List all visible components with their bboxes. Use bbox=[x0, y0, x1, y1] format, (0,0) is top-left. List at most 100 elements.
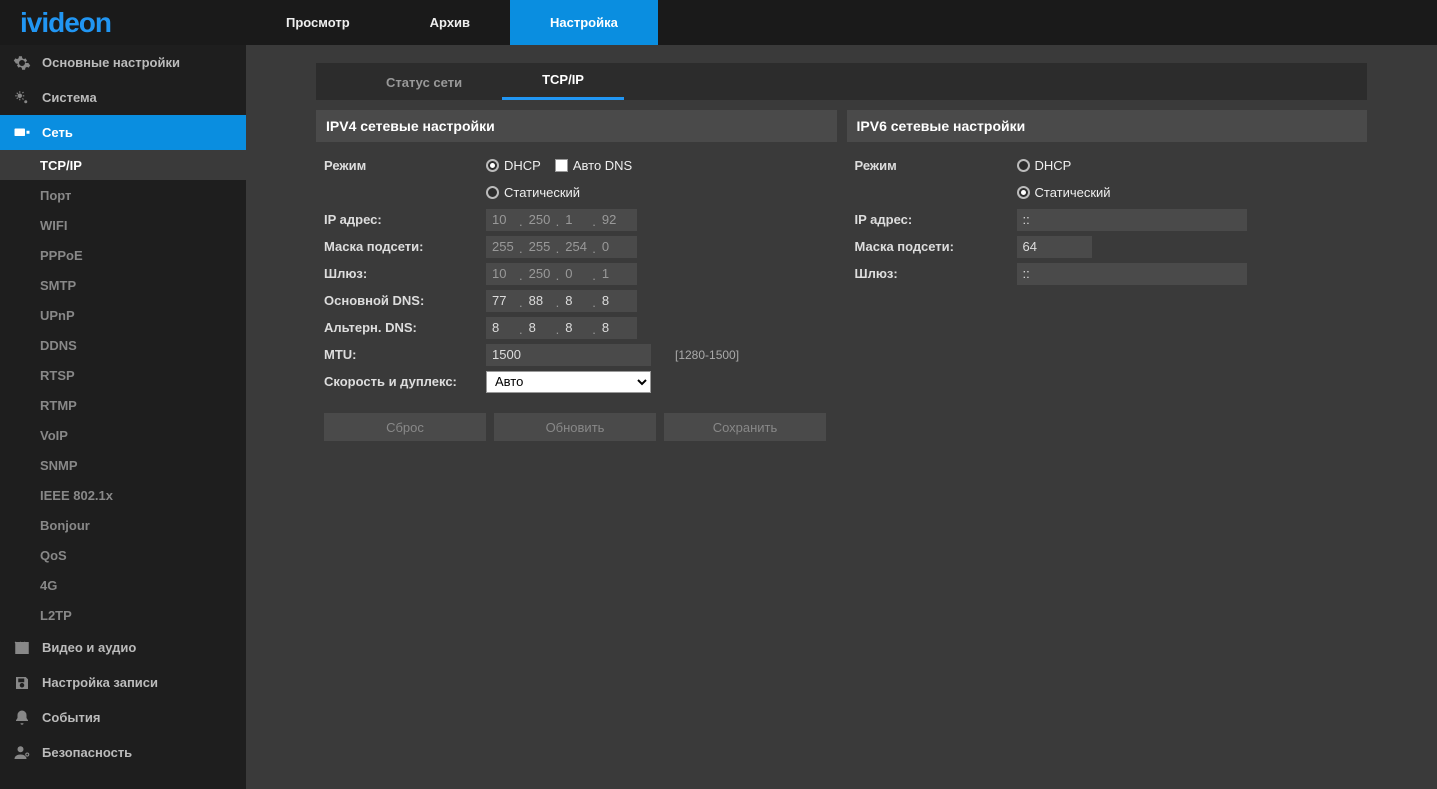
sidebar-sub-rtsp[interactable]: RTSP bbox=[0, 360, 246, 390]
sidebar-item-label: Сеть bbox=[42, 125, 73, 140]
label-ipv4-ip: IP адрес: bbox=[316, 212, 486, 227]
sidebar-item-label: Безопасность bbox=[42, 745, 132, 760]
ip-octet[interactable] bbox=[596, 263, 637, 285]
label-ipv6-mask: Маска подсети: bbox=[847, 239, 1017, 254]
label-ipv4-mask: Маска подсети: bbox=[316, 239, 486, 254]
sidebar-item-label: Настройка записи bbox=[42, 675, 158, 690]
gears-icon bbox=[12, 88, 32, 108]
sidebar-sub-pppoe[interactable]: PPPoE bbox=[0, 240, 246, 270]
ip-octet[interactable] bbox=[596, 209, 637, 231]
top-tabs: Просмотр Архив Настройка bbox=[246, 0, 658, 45]
sidebar-item-label: События bbox=[42, 710, 100, 725]
sidebar-item-record[interactable]: Настройка записи bbox=[0, 665, 246, 700]
label-ipv4-dns2: Альтерн. DNS: bbox=[316, 320, 486, 335]
panel-ipv4: IPV4 сетевые настройки Режим DHCP Авто D… bbox=[316, 110, 837, 451]
label-ipv6-gw: Шлюз: bbox=[847, 266, 1017, 281]
sidebar-item-label: Основные настройки bbox=[42, 55, 180, 70]
sidebar-sub-voip[interactable]: VoIP bbox=[0, 420, 246, 450]
mtu-hint: [1280-1500] bbox=[675, 348, 739, 362]
button-row: Сброс Обновить Сохранить bbox=[316, 413, 837, 441]
sidebar-sub-snmp[interactable]: SNMP bbox=[0, 450, 246, 480]
input-mtu[interactable] bbox=[486, 344, 651, 366]
clapperboard-icon bbox=[12, 638, 32, 658]
inner-tab-bar: Статус сети TCP/IP bbox=[316, 63, 1367, 100]
sidebar-sub-smtp[interactable]: SMTP bbox=[0, 270, 246, 300]
sidebar-sub-4g[interactable]: 4G bbox=[0, 570, 246, 600]
ip-octet[interactable] bbox=[596, 290, 637, 312]
sidebar-sub-port[interactable]: Порт bbox=[0, 180, 246, 210]
radio-label: Статический bbox=[1035, 185, 1111, 200]
label-ipv6-mode: Режим bbox=[847, 158, 1017, 173]
radio-label: Статический bbox=[504, 185, 580, 200]
input-ipv6-ip[interactable] bbox=[1017, 209, 1247, 231]
sidebar-item-security[interactable]: Безопасность bbox=[0, 735, 246, 770]
sidebar-sub-ddns[interactable]: DDNS bbox=[0, 330, 246, 360]
label-ipv4-speed: Скорость и дуплекс: bbox=[316, 374, 486, 389]
checkbox-label: Авто DNS bbox=[573, 158, 632, 173]
reset-button[interactable]: Сброс bbox=[324, 413, 486, 441]
sidebar-item-label: Видео и аудио bbox=[42, 640, 136, 655]
radio-ipv6-dhcp[interactable]: DHCP bbox=[1017, 158, 1072, 173]
label-ipv4-gw: Шлюз: bbox=[316, 266, 486, 281]
sidebar-sub-ieee[interactable]: IEEE 802.1x bbox=[0, 480, 246, 510]
inner-tab-status[interactable]: Статус сети bbox=[346, 65, 502, 100]
user-key-icon bbox=[12, 743, 32, 763]
label-ipv4-mode: Режим bbox=[316, 158, 486, 173]
inner-tab-tcpip[interactable]: TCP/IP bbox=[502, 62, 624, 100]
radio-ipv4-static[interactable]: Статический bbox=[486, 185, 580, 200]
input-ipv6-gw[interactable] bbox=[1017, 263, 1247, 285]
ip-octet[interactable] bbox=[596, 317, 637, 339]
sidebar-sub-qos[interactable]: QoS bbox=[0, 540, 246, 570]
refresh-button[interactable]: Обновить bbox=[494, 413, 656, 441]
sidebar-item-events[interactable]: События bbox=[0, 700, 246, 735]
radio-icon bbox=[1017, 159, 1030, 172]
gear-icon bbox=[12, 53, 32, 73]
bell-icon bbox=[12, 708, 32, 728]
radio-icon bbox=[486, 186, 499, 199]
sidebar-sub-l2tp[interactable]: L2TP bbox=[0, 600, 246, 630]
sidebar-sub-tcpip[interactable]: TCP/IP bbox=[0, 150, 246, 180]
radio-label: DHCP bbox=[1035, 158, 1072, 173]
input-ipv4-dns1[interactable]: . . . bbox=[486, 290, 651, 312]
checkbox-icon bbox=[555, 159, 568, 172]
input-ipv4-dns2[interactable]: . . . bbox=[486, 317, 651, 339]
save-button[interactable]: Сохранить bbox=[664, 413, 826, 441]
radio-ipv4-dhcp[interactable]: DHCP bbox=[486, 158, 541, 173]
input-ipv6-mask[interactable] bbox=[1017, 236, 1092, 258]
sidebar-item-main[interactable]: Основные настройки bbox=[0, 45, 246, 80]
label-ipv4-mtu: MTU: bbox=[316, 347, 486, 362]
sidebar-item-network[interactable]: Сеть bbox=[0, 115, 246, 150]
sidebar-item-system[interactable]: Система bbox=[0, 80, 246, 115]
sidebar-item-label: Система bbox=[42, 90, 97, 105]
ip-octet[interactable] bbox=[596, 236, 637, 258]
main-region: Основные настройки Система Сеть TCP/IP П… bbox=[0, 45, 1437, 789]
label-ipv4-dns1: Основной DNS: bbox=[316, 293, 486, 308]
panel-ipv4-header: IPV4 сетевые настройки bbox=[316, 110, 837, 142]
radio-ipv6-static[interactable]: Статический bbox=[1017, 185, 1111, 200]
sidebar-sub-upnp[interactable]: UPnP bbox=[0, 300, 246, 330]
tab-view[interactable]: Просмотр bbox=[246, 0, 390, 45]
sidebar-item-videoaudio[interactable]: Видео и аудио bbox=[0, 630, 246, 665]
panels: IPV4 сетевые настройки Режим DHCP Авто D… bbox=[316, 110, 1367, 451]
sidebar-sub-wifi[interactable]: WIFI bbox=[0, 210, 246, 240]
tab-setup[interactable]: Настройка bbox=[510, 0, 658, 45]
panel-ipv4-body: Режим DHCP Авто DNS bbox=[316, 142, 837, 451]
tab-archive[interactable]: Архив bbox=[390, 0, 510, 45]
select-speed[interactable]: Авто bbox=[486, 371, 651, 393]
network-icon bbox=[12, 123, 32, 143]
content: Статус сети TCP/IP IPV4 сетевые настройк… bbox=[246, 45, 1437, 789]
checkbox-autodns[interactable]: Авто DNS bbox=[555, 158, 632, 173]
input-ipv4-ip[interactable]: . . . bbox=[486, 209, 651, 231]
radio-icon bbox=[486, 159, 499, 172]
input-ipv4-mask[interactable]: . . . bbox=[486, 236, 651, 258]
radio-label: DHCP bbox=[504, 158, 541, 173]
panel-ipv6-header: IPV6 сетевые настройки bbox=[847, 110, 1368, 142]
input-ipv4-gw[interactable]: . . . bbox=[486, 263, 651, 285]
label-ipv6-ip: IP адрес: bbox=[847, 212, 1017, 227]
radio-icon bbox=[1017, 186, 1030, 199]
top-bar: ivideon Просмотр Архив Настройка bbox=[0, 0, 1437, 45]
panel-ipv6: IPV6 сетевые настройки Режим DHCP bbox=[847, 110, 1368, 451]
sidebar-sub-bonjour[interactable]: Bonjour bbox=[0, 510, 246, 540]
sidebar-sub-rtmp[interactable]: RTMP bbox=[0, 390, 246, 420]
save-icon bbox=[12, 673, 32, 693]
